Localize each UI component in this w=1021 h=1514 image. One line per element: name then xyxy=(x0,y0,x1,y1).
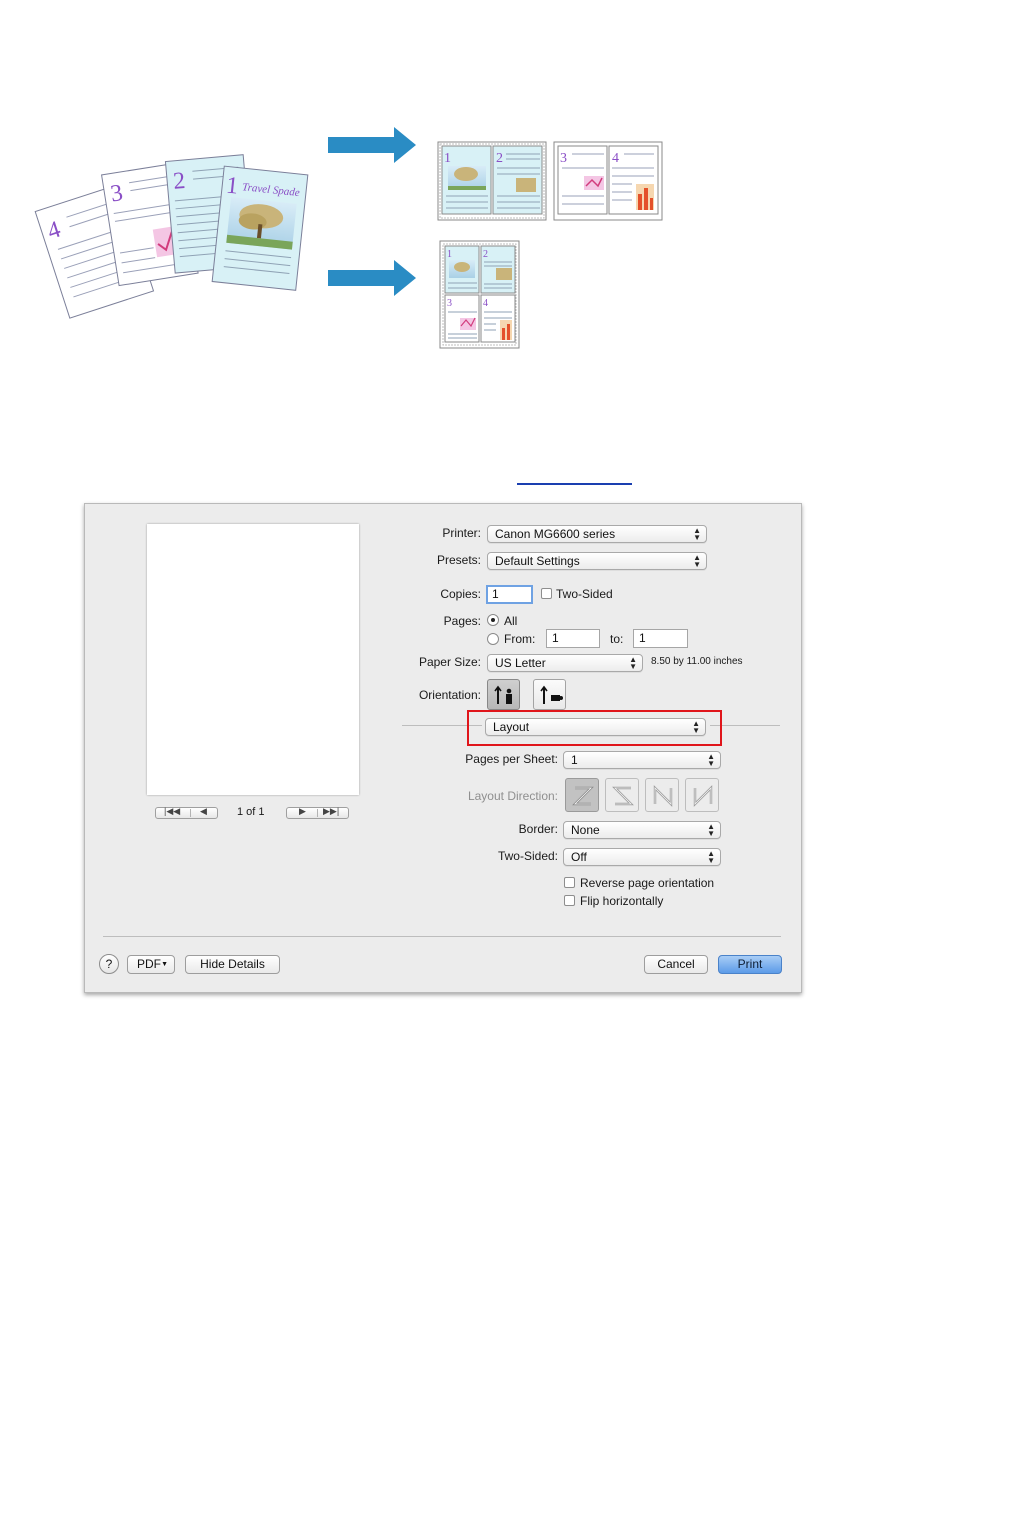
two-sided-label: Two-Sided: xyxy=(497,849,558,863)
printer-popup[interactable]: Canon MG6600 series ▲ ▼ xyxy=(487,525,707,543)
preview-page-indicator: 1 of 1 xyxy=(237,806,265,818)
portrait-orientation-button[interactable] xyxy=(487,679,520,710)
arrow-to-two-per-sheet xyxy=(328,127,416,163)
paper-size-value: US Letter xyxy=(495,656,546,670)
pages-to-label: to: xyxy=(610,632,624,646)
layout-z-icon xyxy=(572,786,594,806)
popup-arrows-icon: ▲ ▼ xyxy=(693,526,701,542)
next-page-icon[interactable]: ▶ xyxy=(299,806,306,817)
layout-s-icon xyxy=(612,786,634,806)
layout-direction-s-button xyxy=(605,778,639,812)
popup-arrows-icon: ▲ ▼ xyxy=(693,553,701,569)
footer-separator xyxy=(103,936,781,937)
dropdown-arrow-icon: ▼ xyxy=(161,961,168,968)
previous-page-icon[interactable]: ◀ xyxy=(200,806,207,817)
pages-all-label: All xyxy=(504,614,518,628)
print-preview-page xyxy=(147,524,359,795)
svg-text:4: 4 xyxy=(612,151,619,166)
source-page-1: 1 Travel Spade xyxy=(211,165,309,291)
svg-text:1: 1 xyxy=(447,249,452,260)
preview-next-last-buttons[interactable]: ▶ ▶▶| xyxy=(286,806,349,819)
cancel-button[interactable]: Cancel xyxy=(644,955,708,974)
arrow-to-four-per-sheet xyxy=(328,260,416,296)
print-button[interactable]: Print xyxy=(718,955,782,974)
four-up-sheet: 1 2 3 4 xyxy=(439,240,520,349)
paper-size-popup[interactable]: US Letter ▲ ▼ xyxy=(487,654,643,672)
orientation-label: Orientation: xyxy=(418,688,481,702)
presets-value: Default Settings xyxy=(495,554,580,568)
last-page-icon[interactable]: ▶▶| xyxy=(323,806,339,817)
reverse-orientation-checkbox[interactable] xyxy=(564,877,575,888)
pdf-menu-button[interactable]: PDF ▼ xyxy=(127,955,175,974)
pages-from-field[interactable]: 1 xyxy=(546,629,600,648)
popup-arrows-icon: ▲ ▼ xyxy=(707,822,715,838)
flip-horizontally-label: Flip horizontally xyxy=(580,894,664,908)
preview-first-prev-buttons[interactable]: |◀◀ ◀ xyxy=(155,806,218,819)
pages-all-radio[interactable] xyxy=(487,614,499,626)
presets-label: Presets: xyxy=(436,553,481,567)
copies-label: Copies: xyxy=(440,587,481,601)
border-value: None xyxy=(571,823,600,837)
help-icon: ? xyxy=(105,957,113,971)
paper-size-label: Paper Size: xyxy=(418,655,481,669)
highlight-callout xyxy=(467,710,722,746)
two-sided-popup[interactable]: Off ▲ ▼ xyxy=(563,848,721,866)
pages-per-sheet-value: 1 xyxy=(571,753,578,767)
svg-text:3: 3 xyxy=(560,151,567,166)
two-up-sheet-1: 1 2 xyxy=(437,141,547,221)
layout-n-icon xyxy=(693,785,713,807)
pages-per-sheet-label: Pages per Sheet: xyxy=(465,752,558,766)
page-number-2: 2 xyxy=(172,168,186,195)
popup-arrows-icon: ▲ ▼ xyxy=(707,849,715,865)
portrait-icon xyxy=(494,685,512,704)
first-page-icon[interactable]: |◀◀ xyxy=(164,806,180,817)
layout-direction-z-button xyxy=(565,778,599,812)
pages-from-radio[interactable] xyxy=(487,633,499,645)
popup-arrows-icon: ▲ ▼ xyxy=(629,655,637,671)
border-label: Border: xyxy=(518,822,558,836)
reverse-orientation-label: Reverse page orientation xyxy=(580,876,715,890)
svg-text:3: 3 xyxy=(447,298,452,309)
print-dialog: |◀◀ ◀ 1 of 1 ▶ ▶▶| Printer: Canon MG6600… xyxy=(84,503,802,993)
two-sided-checkbox[interactable] xyxy=(541,588,552,599)
hide-details-button[interactable]: Hide Details xyxy=(185,955,280,974)
pages-to-field[interactable]: 1 xyxy=(633,629,688,648)
layout-illustration: 4 3 2 1 Travel Spade 1 2 3 4 1 2 3 4 xyxy=(34,127,663,349)
copies-field[interactable]: 1 xyxy=(486,585,533,604)
paper-size-dimensions: 8.50 by 11.00 inches xyxy=(651,656,743,667)
pages-per-sheet-popup[interactable]: 1 ▲ ▼ xyxy=(563,751,721,769)
link-underline[interactable] xyxy=(517,483,632,485)
printer-value: Canon MG6600 series xyxy=(495,527,616,541)
svg-text:1: 1 xyxy=(444,151,451,166)
landscape-icon xyxy=(540,685,563,704)
pages-label: Pages: xyxy=(443,614,481,628)
presets-popup[interactable]: Default Settings ▲ ▼ xyxy=(487,552,707,570)
landscape-orientation-button[interactable] xyxy=(533,679,566,710)
layout-n-reversed-icon xyxy=(653,785,673,807)
help-button[interactable]: ? xyxy=(99,954,119,974)
pages-from-label: From: xyxy=(504,632,536,646)
layout-direction-label: Layout Direction: xyxy=(467,789,558,803)
layout-direction-n-button xyxy=(685,778,719,812)
svg-text:2: 2 xyxy=(483,249,488,260)
border-popup[interactable]: None ▲ ▼ xyxy=(563,821,721,839)
two-sided-checkbox-label: Two-Sided xyxy=(556,587,613,601)
printer-label: Printer: xyxy=(442,526,481,540)
popup-arrows-icon: ▲ ▼ xyxy=(707,752,715,768)
layout-direction-n-reversed-button xyxy=(645,778,679,812)
flip-horizontally-checkbox[interactable] xyxy=(564,895,575,906)
svg-text:4: 4 xyxy=(483,298,488,309)
two-up-sheet-2: 3 4 xyxy=(553,141,663,221)
svg-text:2: 2 xyxy=(496,151,503,166)
two-sided-value: Off xyxy=(571,850,587,864)
